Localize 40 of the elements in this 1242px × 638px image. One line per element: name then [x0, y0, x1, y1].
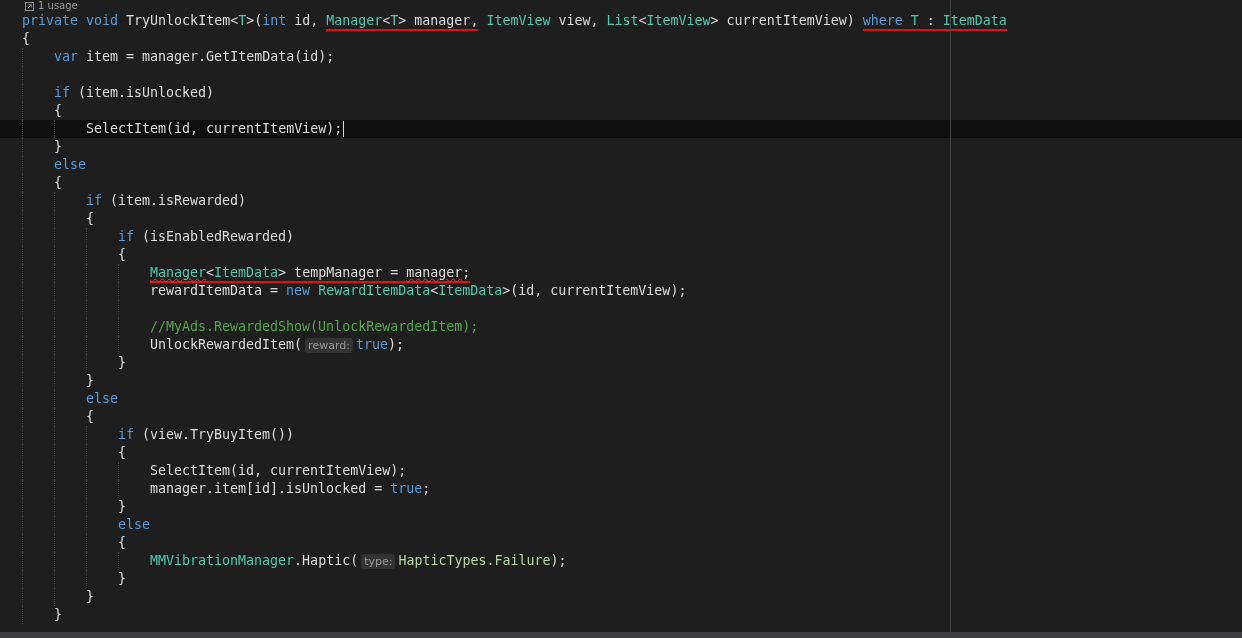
code-text: if (isEnabledRewarded): [118, 228, 295, 246]
code-text: if (item.isRewarded): [86, 192, 247, 210]
code-text: UnlockRewardedItem(: [150, 336, 303, 354]
code-text: }: [86, 588, 94, 606]
code-text: if (view.TryBuyItem()): [118, 426, 295, 444]
code-text: MMVibrationManager.Haptic(: [150, 552, 359, 570]
code-text: SelectItem(id, currentItemView);: [86, 120, 343, 138]
usage-count[interactable]: 1 usage: [38, 0, 78, 12]
code-text: SelectItem(id, currentItemView);: [150, 462, 407, 480]
code-text: {: [118, 534, 126, 552]
code-text: private void TryUnlockItem<T>(int id, Manager<T> manager, ItemView view, List<ItemView> currentItemView) where T : ItemData: [22, 12, 1007, 30]
code-text: if (item.isUnlocked): [54, 84, 215, 102]
code-text: }: [54, 138, 62, 156]
code-text: true);: [355, 336, 404, 354]
code-text: }: [118, 498, 126, 516]
code-text: var item = manager.GetItemData(id);: [54, 48, 335, 66]
code-text: {: [22, 30, 30, 48]
code-text: else: [54, 156, 87, 174]
text-cursor: [343, 121, 345, 137]
code-text: {: [86, 210, 94, 228]
code-text: rewardItemData = new RewardItemData<ItemData>(id, currentItemView);: [150, 282, 687, 300]
code-text: manager.item[id].isUnlocked = true;: [150, 480, 431, 498]
horizontal-scrollbar[interactable]: [0, 632, 1242, 638]
code-text: {: [118, 444, 126, 462]
code-text: {: [118, 246, 126, 264]
code-text: {: [54, 102, 62, 120]
code-text: }: [54, 606, 62, 624]
parameter-hint: type:: [361, 553, 396, 569]
code-text: }: [118, 354, 126, 372]
parameter-hint: reward:: [305, 337, 353, 353]
code-text: {: [54, 174, 62, 192]
code-text: else: [118, 516, 151, 534]
code-text: {: [86, 408, 94, 426]
reference-icon: [25, 1, 34, 11]
code-text: }: [118, 570, 126, 588]
code-text: //MyAds.RewardedShow(UnlockRewardedItem);: [150, 318, 479, 336]
code-text: else: [86, 390, 119, 408]
code-text: HapticTypes.Failure);: [398, 552, 567, 570]
code-text: Manager<ItemData> tempManager = manager;: [150, 264, 471, 282]
code-text: }: [86, 372, 94, 390]
